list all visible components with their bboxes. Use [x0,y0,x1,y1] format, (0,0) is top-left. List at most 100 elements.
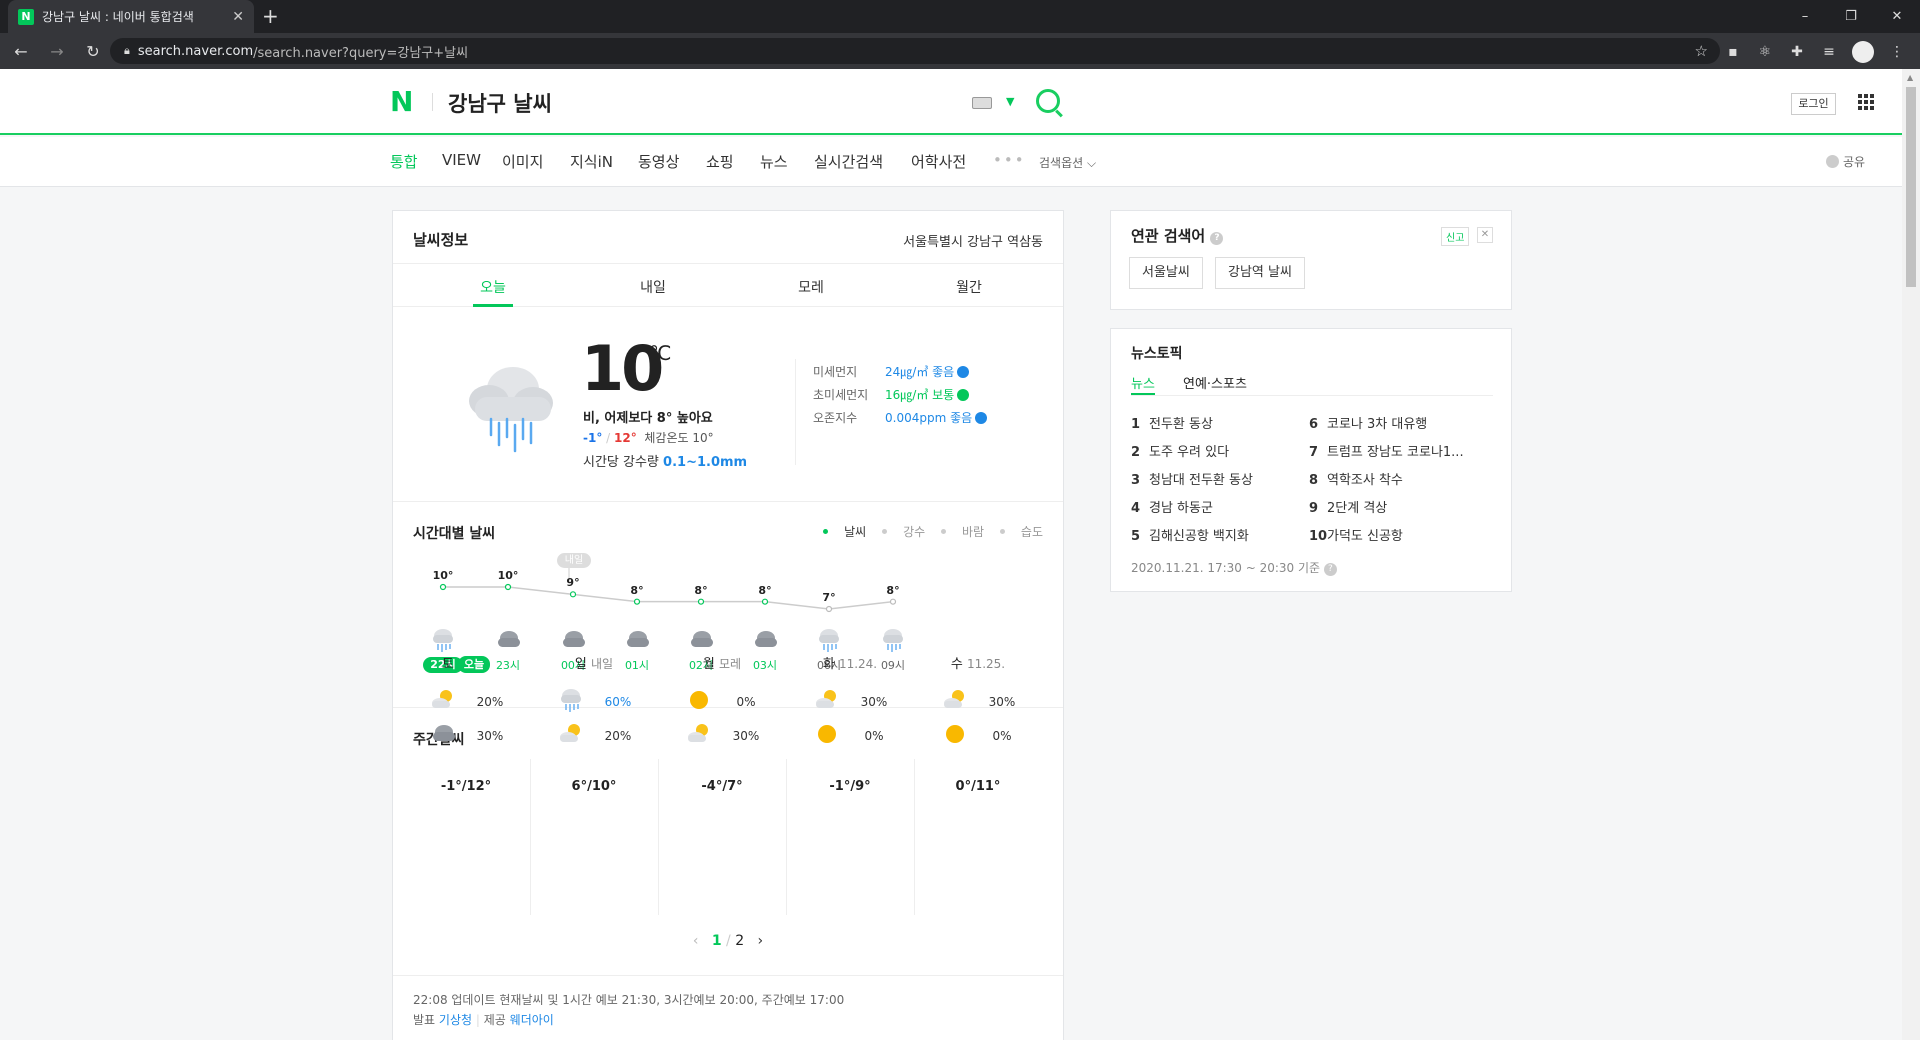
url-input[interactable]: 🔒︎ search.naver.com /search.naver?query=… [110,38,1720,64]
temp-point [504,583,512,591]
tab-integrated[interactable]: 통합 [390,151,418,172]
temp-label: 9° [566,576,580,590]
news-topic-item[interactable]: 3 청남대 전두환 동상 [1131,469,1253,488]
help-icon[interactable]: ? [1210,232,1224,245]
sun-icon [813,721,841,750]
search-icon[interactable] [1036,89,1060,113]
rain-cloud-icon [557,687,585,716]
weekly-day[interactable]: 토 오늘 20% 30% -1°/12° [403,653,529,794]
news-topic-item[interactable]: 10가덕도 신공항 [1309,525,1403,544]
search-options-button[interactable]: 검색옵션 ⌵ [1039,154,1096,171]
air-value: 16㎍/㎥ 보통 [885,386,970,403]
tab-view[interactable]: VIEW [442,151,481,169]
air-row-pm10[interactable]: 미세먼지 24㎍/㎥ 좋음 [813,363,970,380]
chevron-down-icon[interactable]: ▼ [1006,95,1014,108]
login-button[interactable]: 로그인 [1791,93,1836,115]
legend-precip[interactable]: 강수 [882,525,925,539]
news-topic-item[interactable]: 6 코로나 3차 대유행 [1309,413,1427,432]
tab-news[interactable]: 뉴스 [760,151,788,172]
topic-text: 가덕도 신공항 [1327,529,1403,544]
weekly-day[interactable]: 월 모레 0% 30% -4°/7° [659,653,785,794]
next-page-icon[interactable]: › [758,933,764,949]
news-topic-item[interactable]: 8 역학조사 착수 [1309,469,1403,488]
naver-favicon-icon: N [18,8,34,25]
reload-icon[interactable]: ↻ [78,42,108,61]
help-icon[interactable]: ? [1323,563,1337,576]
weather-location[interactable]: 서울특별시 강남구 역삼동 [903,231,1043,250]
related-chip[interactable]: 서울날씨 [1129,257,1203,289]
close-tab-icon[interactable]: ✕ [232,9,244,25]
air-row-pm25[interactable]: 초미세먼지 16㎍/㎥ 보통 [813,386,970,403]
legend-weather[interactable]: 날씨 [823,525,866,539]
tab-shopping[interactable]: 쇼핑 [706,151,734,172]
tab-image[interactable]: 이미지 [502,151,543,172]
news-topic-item[interactable]: 9 2단계 격상 [1309,497,1387,516]
tab-today[interactable]: 오늘 [463,277,523,297]
naver-logo[interactable]: N [390,88,413,116]
tab-news-topic[interactable]: 뉴스 [1131,373,1155,395]
rainfall: 시간당 강수량 0.1~1.0mm [583,451,747,470]
temp-point [697,598,705,605]
partly-cloudy-icon [429,687,457,716]
scroll-up-icon[interactable]: ▲ [1907,73,1913,82]
topic-text: 코로나 3차 대유행 [1327,417,1428,432]
share-button[interactable]: 공유 [1826,153,1865,170]
total-pages[interactable]: 2 [735,933,744,949]
news-topic-item[interactable]: 1 전두환 동상 [1131,413,1213,432]
news-topic-item[interactable]: 5 김해신공항 백지화 [1131,525,1249,544]
apps-grid-icon[interactable] [1858,94,1874,110]
tab-realtime[interactable]: 실시간검색 [814,151,883,172]
minimize-icon[interactable]: – [1782,9,1828,24]
provider-link[interactable]: 웨더아이 [510,1013,554,1027]
extension-icon[interactable]: ▪ [1724,44,1742,60]
scrollbar-thumb[interactable] [1906,87,1916,287]
search-input[interactable]: 강남구 날씨 [448,88,552,118]
legend-humidity[interactable]: 습도 [999,525,1043,539]
new-tab-icon[interactable]: + [262,6,279,26]
close-window-icon[interactable]: ✕ [1874,9,1920,24]
cloud-icon [429,721,457,750]
bookmark-star-icon[interactable]: ☆ [1695,42,1708,60]
tab-video[interactable]: 동영상 [638,151,679,172]
legend-wind[interactable]: 바람 [940,525,984,539]
tab-knowledge[interactable]: 지식iN [570,151,613,172]
prev-page-icon[interactable]: ‹ [693,933,699,949]
puzzle-icon[interactable]: ✚ [1788,44,1806,60]
hourly-legend: 날씨 강수 바람 습도 [811,523,1043,540]
feels-like: 체감온도 10° [644,431,714,445]
browser-tab[interactable]: N 강남구 날씨 : 네이버 통합검색 ✕ [8,0,254,33]
report-button[interactable]: 신고 [1441,227,1470,246]
close-icon[interactable]: ✕ [1477,227,1493,243]
react-extension-icon[interactable]: ⚛ [1756,44,1774,60]
tab-entertainment[interactable]: 연예·스포츠 [1183,373,1247,392]
back-icon[interactable]: ← [6,42,36,61]
window-controls: – ❐ ✕ [1782,0,1920,33]
air-row-ozone[interactable]: 오존지수 0.004ppm 좋음 [813,409,988,426]
weekly-day[interactable]: 수 11.25. 30% 0% 0°/11° [915,653,1041,794]
news-topic-item[interactable]: 2 도주 우려 있다 [1131,441,1229,460]
tab-title: 강남구 날씨 : 네이버 통합검색 [42,10,194,24]
weekly-day[interactable]: 일 내일 60% 20% 6°/10° [531,653,657,794]
precip-chance: 30% [988,694,1016,709]
news-topic-item[interactable]: 4 경남 하동군 [1131,497,1213,516]
tab-monthly[interactable]: 월간 [939,277,999,297]
temp-label: 8° [886,583,900,597]
keyboard-icon[interactable] [972,97,992,109]
profile-avatar[interactable] [1852,41,1874,63]
forward-icon[interactable]: → [42,42,72,61]
weather-summary: 비, 어제보다 8° 높아요 [583,411,713,426]
restore-icon[interactable]: ❐ [1828,9,1874,24]
weekly-day[interactable]: 화 11.24. 30% 0% -1°/9° [787,653,913,794]
am-forecast: 30% [813,687,889,716]
scrollbar[interactable]: ▲ [1902,69,1920,1040]
news-topic-item[interactable]: 7 트럼프 장남도 코로나1... [1309,441,1464,460]
related-chip[interactable]: 강남역 날씨 [1215,257,1305,289]
media-queue-icon[interactable]: ≡ [1820,44,1838,60]
source-link[interactable]: 기상청 [439,1013,472,1027]
tab-day-after[interactable]: 모레 [781,277,841,297]
menu-kebab-icon[interactable]: ⋮ [1888,44,1906,60]
tab-tomorrow[interactable]: 내일 [623,277,683,297]
more-tabs-button[interactable]: ••• [993,151,1026,169]
precip-chance: 0% [864,728,884,743]
tab-dictionary[interactable]: 어학사전 [911,151,966,172]
